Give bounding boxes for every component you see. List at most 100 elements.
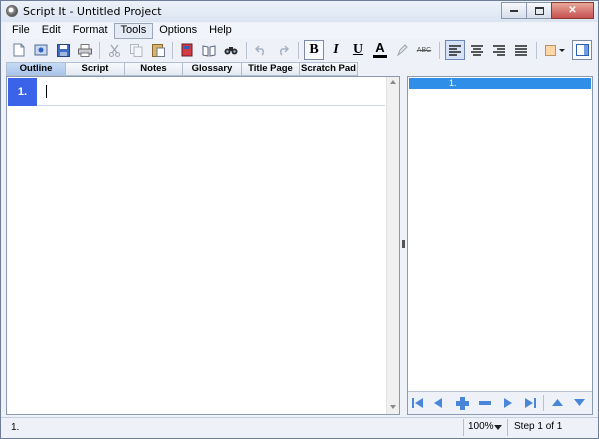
background-color-button[interactable] bbox=[542, 40, 568, 60]
justify-icon bbox=[515, 44, 527, 56]
outline-scrollbar[interactable] bbox=[386, 77, 399, 414]
open-button[interactable] bbox=[31, 40, 51, 60]
open-book-icon bbox=[202, 44, 216, 57]
underline-button[interactable]: U bbox=[348, 40, 368, 60]
menu-file[interactable]: File bbox=[6, 23, 36, 39]
redo-button[interactable] bbox=[273, 40, 293, 60]
save-icon bbox=[56, 43, 70, 57]
align-right-button[interactable] bbox=[489, 40, 509, 60]
window-controls: ✕ bbox=[501, 2, 594, 19]
cut-button[interactable] bbox=[104, 40, 124, 60]
outline-row-number[interactable]: 1. bbox=[8, 78, 37, 106]
toolbar-separator bbox=[439, 42, 440, 59]
spellcheck-button[interactable] bbox=[177, 40, 197, 60]
highlighter-icon bbox=[396, 43, 408, 56]
close-icon: ✕ bbox=[568, 5, 577, 16]
steps-pane: 1. bbox=[407, 76, 593, 415]
text-cursor bbox=[46, 85, 47, 98]
bold-button[interactable]: B bbox=[304, 40, 324, 60]
scroll-up-icon[interactable] bbox=[390, 80, 396, 84]
toolbar-separator bbox=[99, 42, 100, 59]
strikethrough-button[interactable]: ABC bbox=[414, 40, 434, 60]
copy-button[interactable] bbox=[126, 40, 146, 60]
steps-list-item-selected[interactable]: 1. bbox=[409, 78, 591, 89]
panel-layout-icon bbox=[575, 44, 589, 56]
align-left-icon bbox=[449, 44, 461, 56]
window-title: Script It - Untitled Project bbox=[23, 5, 162, 18]
spellcheck-book-icon bbox=[181, 43, 192, 57]
redo-icon bbox=[279, 45, 289, 56]
close-button[interactable]: ✕ bbox=[551, 2, 594, 19]
steps-item-label: 1. bbox=[449, 78, 457, 88]
pane-splitter[interactable] bbox=[400, 76, 407, 415]
toolbar-separator bbox=[172, 42, 173, 59]
title-bar: Script It - Untitled Project ✕ bbox=[1, 1, 598, 22]
app-icon bbox=[6, 5, 18, 17]
italic-button[interactable]: I bbox=[326, 40, 346, 60]
move-down-icon[interactable] bbox=[573, 398, 586, 407]
glossary-book-button[interactable] bbox=[199, 40, 219, 60]
outline-row-editor[interactable] bbox=[38, 78, 412, 106]
cut-icon bbox=[108, 44, 120, 57]
zoom-select[interactable]: 100% bbox=[463, 419, 505, 436]
app-window: Script It - Untitled Project ✕ File Edit… bbox=[0, 0, 599, 439]
maximize-icon bbox=[534, 6, 544, 15]
tab-script[interactable]: Script bbox=[66, 62, 125, 76]
tab-glossary[interactable]: Glossary bbox=[183, 62, 242, 76]
chevron-down-icon bbox=[494, 425, 502, 430]
new-button[interactable] bbox=[9, 40, 29, 60]
save-button[interactable] bbox=[53, 40, 73, 60]
print-button[interactable] bbox=[75, 40, 95, 60]
tab-outline[interactable]: Outline bbox=[6, 62, 66, 76]
justify-button[interactable] bbox=[511, 40, 531, 60]
menu-edit[interactable]: Edit bbox=[36, 23, 67, 39]
toolbar: B I U A ABC bbox=[6, 39, 593, 62]
align-right-icon bbox=[493, 44, 505, 56]
tab-scratch-pad[interactable]: Scratch Pad bbox=[300, 62, 358, 76]
minimize-icon bbox=[510, 9, 518, 12]
menu-bar: File Edit Format Tools Options Help bbox=[6, 23, 593, 39]
status-bar: 1. 100% Step 1 of 1 bbox=[1, 417, 598, 438]
minimize-button[interactable] bbox=[501, 2, 527, 19]
first-step-icon[interactable] bbox=[411, 397, 425, 409]
menu-options[interactable]: Options bbox=[153, 23, 203, 39]
find-button[interactable] bbox=[221, 40, 241, 60]
new-document-icon bbox=[13, 43, 25, 57]
status-current-item: 1. bbox=[11, 422, 20, 433]
font-color-button[interactable]: A bbox=[373, 40, 387, 58]
tab-notes[interactable]: Notes bbox=[125, 62, 183, 76]
maximize-button[interactable] bbox=[526, 2, 552, 19]
splitter-grip-icon bbox=[402, 240, 405, 248]
menu-help[interactable]: Help bbox=[203, 23, 238, 39]
steps-navigation-bar bbox=[408, 391, 592, 414]
binoculars-icon bbox=[224, 47, 238, 55]
zoom-value: 100% bbox=[468, 421, 494, 432]
align-left-button[interactable] bbox=[445, 40, 465, 60]
add-step-icon[interactable] bbox=[456, 397, 469, 410]
dropdown-arrow-icon bbox=[559, 48, 565, 52]
last-step-icon[interactable] bbox=[523, 397, 537, 409]
menu-format[interactable]: Format bbox=[67, 23, 114, 39]
print-icon bbox=[78, 43, 92, 57]
paste-button[interactable] bbox=[148, 40, 168, 60]
toolbar-separator bbox=[246, 42, 247, 59]
toggle-panel-button[interactable] bbox=[572, 40, 592, 60]
previous-step-icon[interactable] bbox=[433, 397, 443, 409]
open-icon bbox=[34, 44, 48, 56]
menu-tools[interactable]: Tools bbox=[113, 23, 154, 39]
next-step-icon[interactable] bbox=[503, 397, 513, 409]
tab-title-page[interactable]: Title Page bbox=[242, 62, 300, 76]
align-center-button[interactable] bbox=[467, 40, 487, 60]
remove-step-icon[interactable] bbox=[479, 401, 491, 406]
highlight-button[interactable] bbox=[392, 40, 412, 60]
toolbar-separator bbox=[536, 42, 537, 59]
color-swatch-icon bbox=[545, 44, 556, 56]
paste-icon bbox=[151, 44, 165, 57]
nav-separator bbox=[543, 395, 544, 411]
copy-icon bbox=[129, 43, 142, 57]
move-up-icon[interactable] bbox=[551, 398, 564, 407]
undo-button[interactable] bbox=[251, 40, 271, 60]
scroll-down-icon[interactable] bbox=[390, 405, 396, 409]
step-indicator: Step 1 of 1 bbox=[507, 419, 593, 436]
align-center-icon bbox=[471, 44, 483, 56]
